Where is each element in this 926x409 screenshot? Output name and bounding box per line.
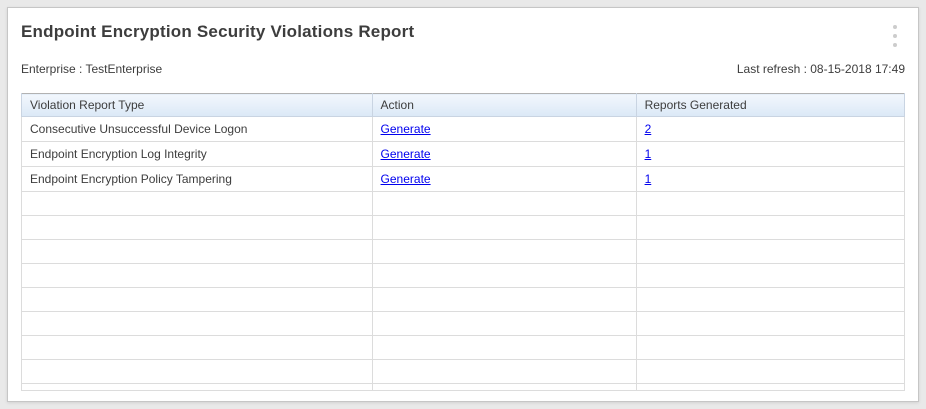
empty-cell [22,360,373,384]
empty-cell [22,216,373,240]
reports-count-link[interactable]: 1 [645,147,652,161]
empty-cell [22,192,373,216]
empty-cell [372,192,636,216]
action-cell: Generate [372,117,636,142]
reports-generated-cell: 1 [636,167,904,192]
violations-table: Violation Report Type Action Reports Gen… [21,93,905,391]
report-widget-card: Endpoint Encryption Security Violations … [7,7,919,402]
empty-cell [636,240,904,264]
empty-cell [22,312,373,336]
empty-cell [636,312,904,336]
empty-cell [22,288,373,312]
empty-cell [372,240,636,264]
column-header-reports-generated: Reports Generated [636,94,904,117]
generate-link[interactable]: Generate [381,172,431,186]
empty-row [22,312,905,336]
violation-type-cell: Endpoint Encryption Log Integrity [22,142,373,167]
action-cell: Generate [372,167,636,192]
kebab-menu-icon[interactable] [885,22,905,50]
empty-row [22,192,905,216]
empty-cell [22,336,373,360]
reports-count-link[interactable]: 2 [645,122,652,136]
column-header-violation-report-type: Violation Report Type [22,94,373,117]
empty-cell [372,336,636,360]
empty-row [22,288,905,312]
empty-cell [636,288,904,312]
kebab-dot [893,43,897,47]
empty-cell [372,216,636,240]
table-body: Consecutive Unsuccessful Device Logon Ge… [22,117,905,391]
kebab-dot [893,25,897,29]
reports-generated-cell: 2 [636,117,904,142]
page-title: Endpoint Encryption Security Violations … [21,21,414,43]
generate-link[interactable]: Generate [381,147,431,161]
empty-row [22,360,905,384]
meta-row: Enterprise : TestEnterprise Last refresh… [21,62,905,76]
empty-cell [22,384,373,391]
violation-type-cell: Consecutive Unsuccessful Device Logon [22,117,373,142]
empty-cell [372,288,636,312]
table-header-row: Violation Report Type Action Reports Gen… [22,94,905,117]
kebab-dot [893,34,897,38]
enterprise-label: Enterprise : TestEnterprise [21,62,162,76]
empty-cell [636,264,904,288]
generate-link[interactable]: Generate [381,122,431,136]
empty-cell [372,264,636,288]
empty-row [22,240,905,264]
empty-cell [636,384,904,391]
reports-generated-cell: 1 [636,142,904,167]
action-cell: Generate [372,142,636,167]
empty-cell [636,192,904,216]
empty-cell [636,336,904,360]
empty-cell [636,360,904,384]
empty-cell [372,312,636,336]
empty-cell [372,384,636,391]
empty-row [22,336,905,360]
card-header: Endpoint Encryption Security Violations … [21,8,905,50]
empty-cell [372,360,636,384]
violation-type-cell: Endpoint Encryption Policy Tampering [22,167,373,192]
empty-cell [22,240,373,264]
reports-count-link[interactable]: 1 [645,172,652,186]
column-header-action: Action [372,94,636,117]
empty-cell [22,264,373,288]
table-row: Endpoint Encryption Log Integrity Genera… [22,142,905,167]
empty-cell [636,216,904,240]
empty-row [22,216,905,240]
empty-row [22,384,905,391]
empty-row [22,264,905,288]
last-refresh-label: Last refresh : 08-15-2018 17:49 [737,62,905,76]
table-row: Endpoint Encryption Policy Tampering Gen… [22,167,905,192]
table-row: Consecutive Unsuccessful Device Logon Ge… [22,117,905,142]
